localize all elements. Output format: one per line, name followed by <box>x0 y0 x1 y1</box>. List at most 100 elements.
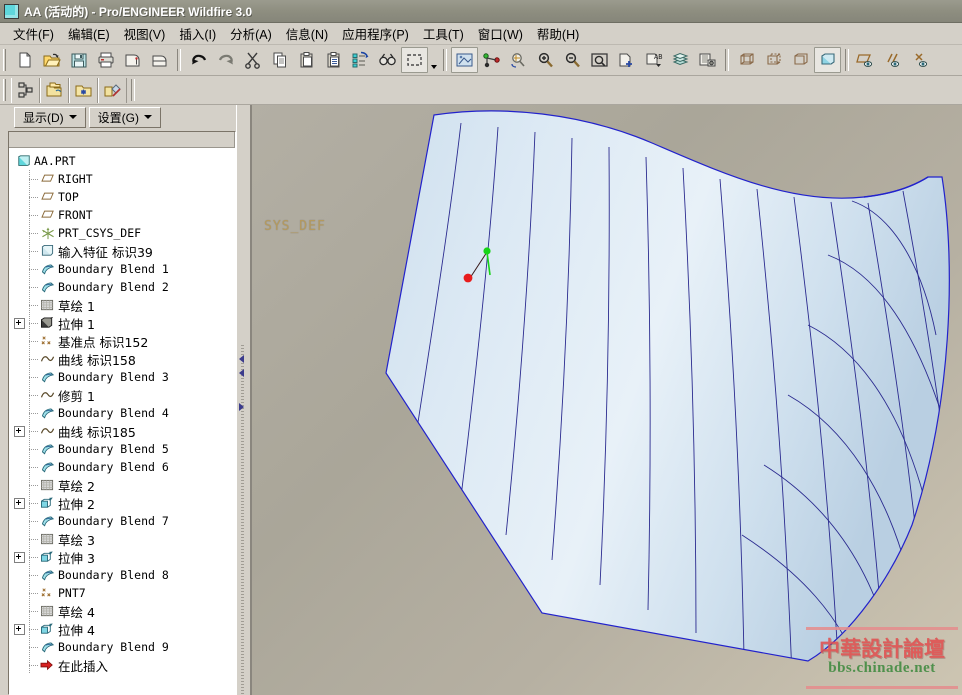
datum-axis-display-icon[interactable] <box>880 47 907 73</box>
favorites-icon[interactable] <box>69 77 98 103</box>
tree-row-root[interactable]: AA.PRT <box>11 152 235 170</box>
tree-row[interactable]: 曲线 标识185 <box>11 422 235 440</box>
tree-row[interactable]: 拉伸 3 <box>11 548 235 566</box>
tree-row[interactable]: 拉伸 4 <box>11 620 235 638</box>
hidden-line-icon[interactable] <box>760 47 787 73</box>
toolbar-separator <box>177 49 181 71</box>
select-box-dropdown-icon[interactable] <box>428 45 439 76</box>
annotation-icon[interactable]: AB <box>640 47 667 73</box>
tree-row[interactable]: Boundary Blend 6 <box>11 458 235 476</box>
select-box-icon[interactable] <box>401 47 428 73</box>
tree-row[interactable]: 草绘 4 <box>11 602 235 620</box>
tree-row[interactable]: 拉伸 1 <box>11 314 235 332</box>
tree-row[interactable]: Boundary Blend 2 <box>11 278 235 296</box>
wireframe-icon[interactable] <box>733 47 760 73</box>
tree-row[interactable]: 修剪 1 <box>11 386 235 404</box>
tree-row[interactable]: TOP <box>11 188 235 206</box>
expand-toggle[interactable] <box>14 425 25 437</box>
tree-row[interactable]: Boundary Blend 3 <box>11 368 235 386</box>
navigator-panel: 显示(D) 设置(G) AA.PRT RIGHT TOP FRONT PRT_CSYS_… <box>0 105 236 695</box>
panel-splitter[interactable] <box>236 105 251 695</box>
zoom-out-icon[interactable] <box>559 47 586 73</box>
tree-row[interactable]: RIGHT <box>11 170 235 188</box>
collapse-arrow-icon[interactable] <box>239 369 244 377</box>
expand-toggle[interactable] <box>14 317 25 329</box>
model-tree-icon[interactable] <box>11 77 40 103</box>
paste-icon[interactable] <box>293 47 320 73</box>
redo-icon[interactable] <box>212 47 239 73</box>
menu-file[interactable]: 文件(F) <box>6 22 61 45</box>
tree-row[interactable]: Boundary Blend 9 <box>11 638 235 656</box>
datum-plane-icon <box>39 171 56 187</box>
cut-icon[interactable] <box>239 47 266 73</box>
print-preview-icon[interactable] <box>119 47 146 73</box>
datum-point-display-icon[interactable] <box>907 47 934 73</box>
shading-icon[interactable] <box>814 47 841 73</box>
saved-views-icon[interactable] <box>694 47 721 73</box>
print-icon[interactable] <box>92 47 119 73</box>
connections-icon[interactable] <box>98 77 127 103</box>
expand-arrow-icon[interactable] <box>239 403 244 411</box>
menu-tools[interactable]: 工具(T) <box>416 22 471 45</box>
menu-analysis[interactable]: 分析(A) <box>223 22 279 45</box>
menu-edit[interactable]: 编辑(E) <box>61 22 117 45</box>
layers-icon[interactable] <box>667 47 694 73</box>
tree-row[interactable]: PRT_CSYS_DEF <box>11 224 235 242</box>
show-menu-button[interactable]: 显示(D) <box>14 106 86 128</box>
tree-row[interactable]: Boundary Blend 4 <box>11 404 235 422</box>
collapse-arrow-icon[interactable] <box>239 355 244 363</box>
repaint-icon[interactable] <box>451 47 478 73</box>
folder-browser-icon[interactable] <box>40 77 69 103</box>
expand-toggle[interactable] <box>14 497 25 509</box>
menu-insert[interactable]: 插入(I) <box>172 22 223 45</box>
undo-icon[interactable] <box>185 47 212 73</box>
paste-special-icon[interactable] <box>320 47 347 73</box>
open-folder-icon[interactable] <box>38 47 65 73</box>
settings-menu-button[interactable]: 设置(G) <box>88 106 161 128</box>
tree-item-label: AA.PRT <box>34 154 76 168</box>
menu-window[interactable]: 窗口(W) <box>471 22 530 45</box>
tree-row[interactable]: 曲线 标识158 <box>11 350 235 368</box>
menu-view[interactable]: 视图(V) <box>117 22 173 45</box>
tree-connector <box>26 404 39 422</box>
refit-icon[interactable] <box>586 47 613 73</box>
tree-row[interactable]: PNT7 <box>11 584 235 602</box>
tree-item-label: 曲线 标识185 <box>58 424 136 440</box>
no-hidden-icon[interactable] <box>787 47 814 73</box>
toolbar-grip[interactable] <box>3 49 8 71</box>
zoom-in-icon[interactable] <box>532 47 559 73</box>
boundary-blend-icon <box>39 405 56 421</box>
layer-new-icon[interactable] <box>613 47 640 73</box>
curve-icon <box>39 423 56 439</box>
new-file-icon[interactable] <box>11 47 38 73</box>
menu-info[interactable]: 信息(N) <box>279 22 335 45</box>
tree-row[interactable]: 在此插入 <box>11 656 235 674</box>
tree-row[interactable]: Boundary Blend 1 <box>11 260 235 278</box>
tree-row[interactable]: 草绘 3 <box>11 530 235 548</box>
mail-icon[interactable] <box>146 47 173 73</box>
chevron-down-icon <box>68 115 77 119</box>
expand-toggle[interactable] <box>14 623 25 635</box>
toolbar-grip[interactable] <box>3 79 8 101</box>
graphics-viewport[interactable]: SYS_DEF 中華設計論壇 bbs.chinade.net <box>251 105 962 695</box>
tree-row[interactable]: Boundary Blend 8 <box>11 566 235 584</box>
spin-center-icon[interactable] <box>505 47 532 73</box>
expand-toggle[interactable] <box>14 551 25 563</box>
tree-row[interactable]: 基准点 标识152 <box>11 332 235 350</box>
menu-help[interactable]: 帮助(H) <box>530 22 586 45</box>
regenerate-icon[interactable] <box>347 47 374 73</box>
tree-row[interactable]: 草绘 1 <box>11 296 235 314</box>
datum-plane-display-icon[interactable] <box>853 47 880 73</box>
tree-row[interactable]: 拉伸 2 <box>11 494 235 512</box>
model-tree-body[interactable]: AA.PRT RIGHT TOP FRONT PRT_CSYS_DEF 输入特征 标识39… <box>9 148 235 694</box>
copy-icon[interactable] <box>266 47 293 73</box>
find-icon[interactable] <box>374 47 401 73</box>
save-icon[interactable] <box>65 47 92 73</box>
tree-row[interactable]: Boundary Blend 5 <box>11 440 235 458</box>
menu-applications[interactable]: 应用程序(P) <box>335 22 416 45</box>
tree-row[interactable]: Boundary Blend 7 <box>11 512 235 530</box>
tree-row[interactable]: FRONT <box>11 206 235 224</box>
tree-row[interactable]: 输入特征 标识39 <box>11 242 235 260</box>
tree-row[interactable]: 草绘 2 <box>11 476 235 494</box>
datum-display-icon[interactable] <box>478 47 505 73</box>
